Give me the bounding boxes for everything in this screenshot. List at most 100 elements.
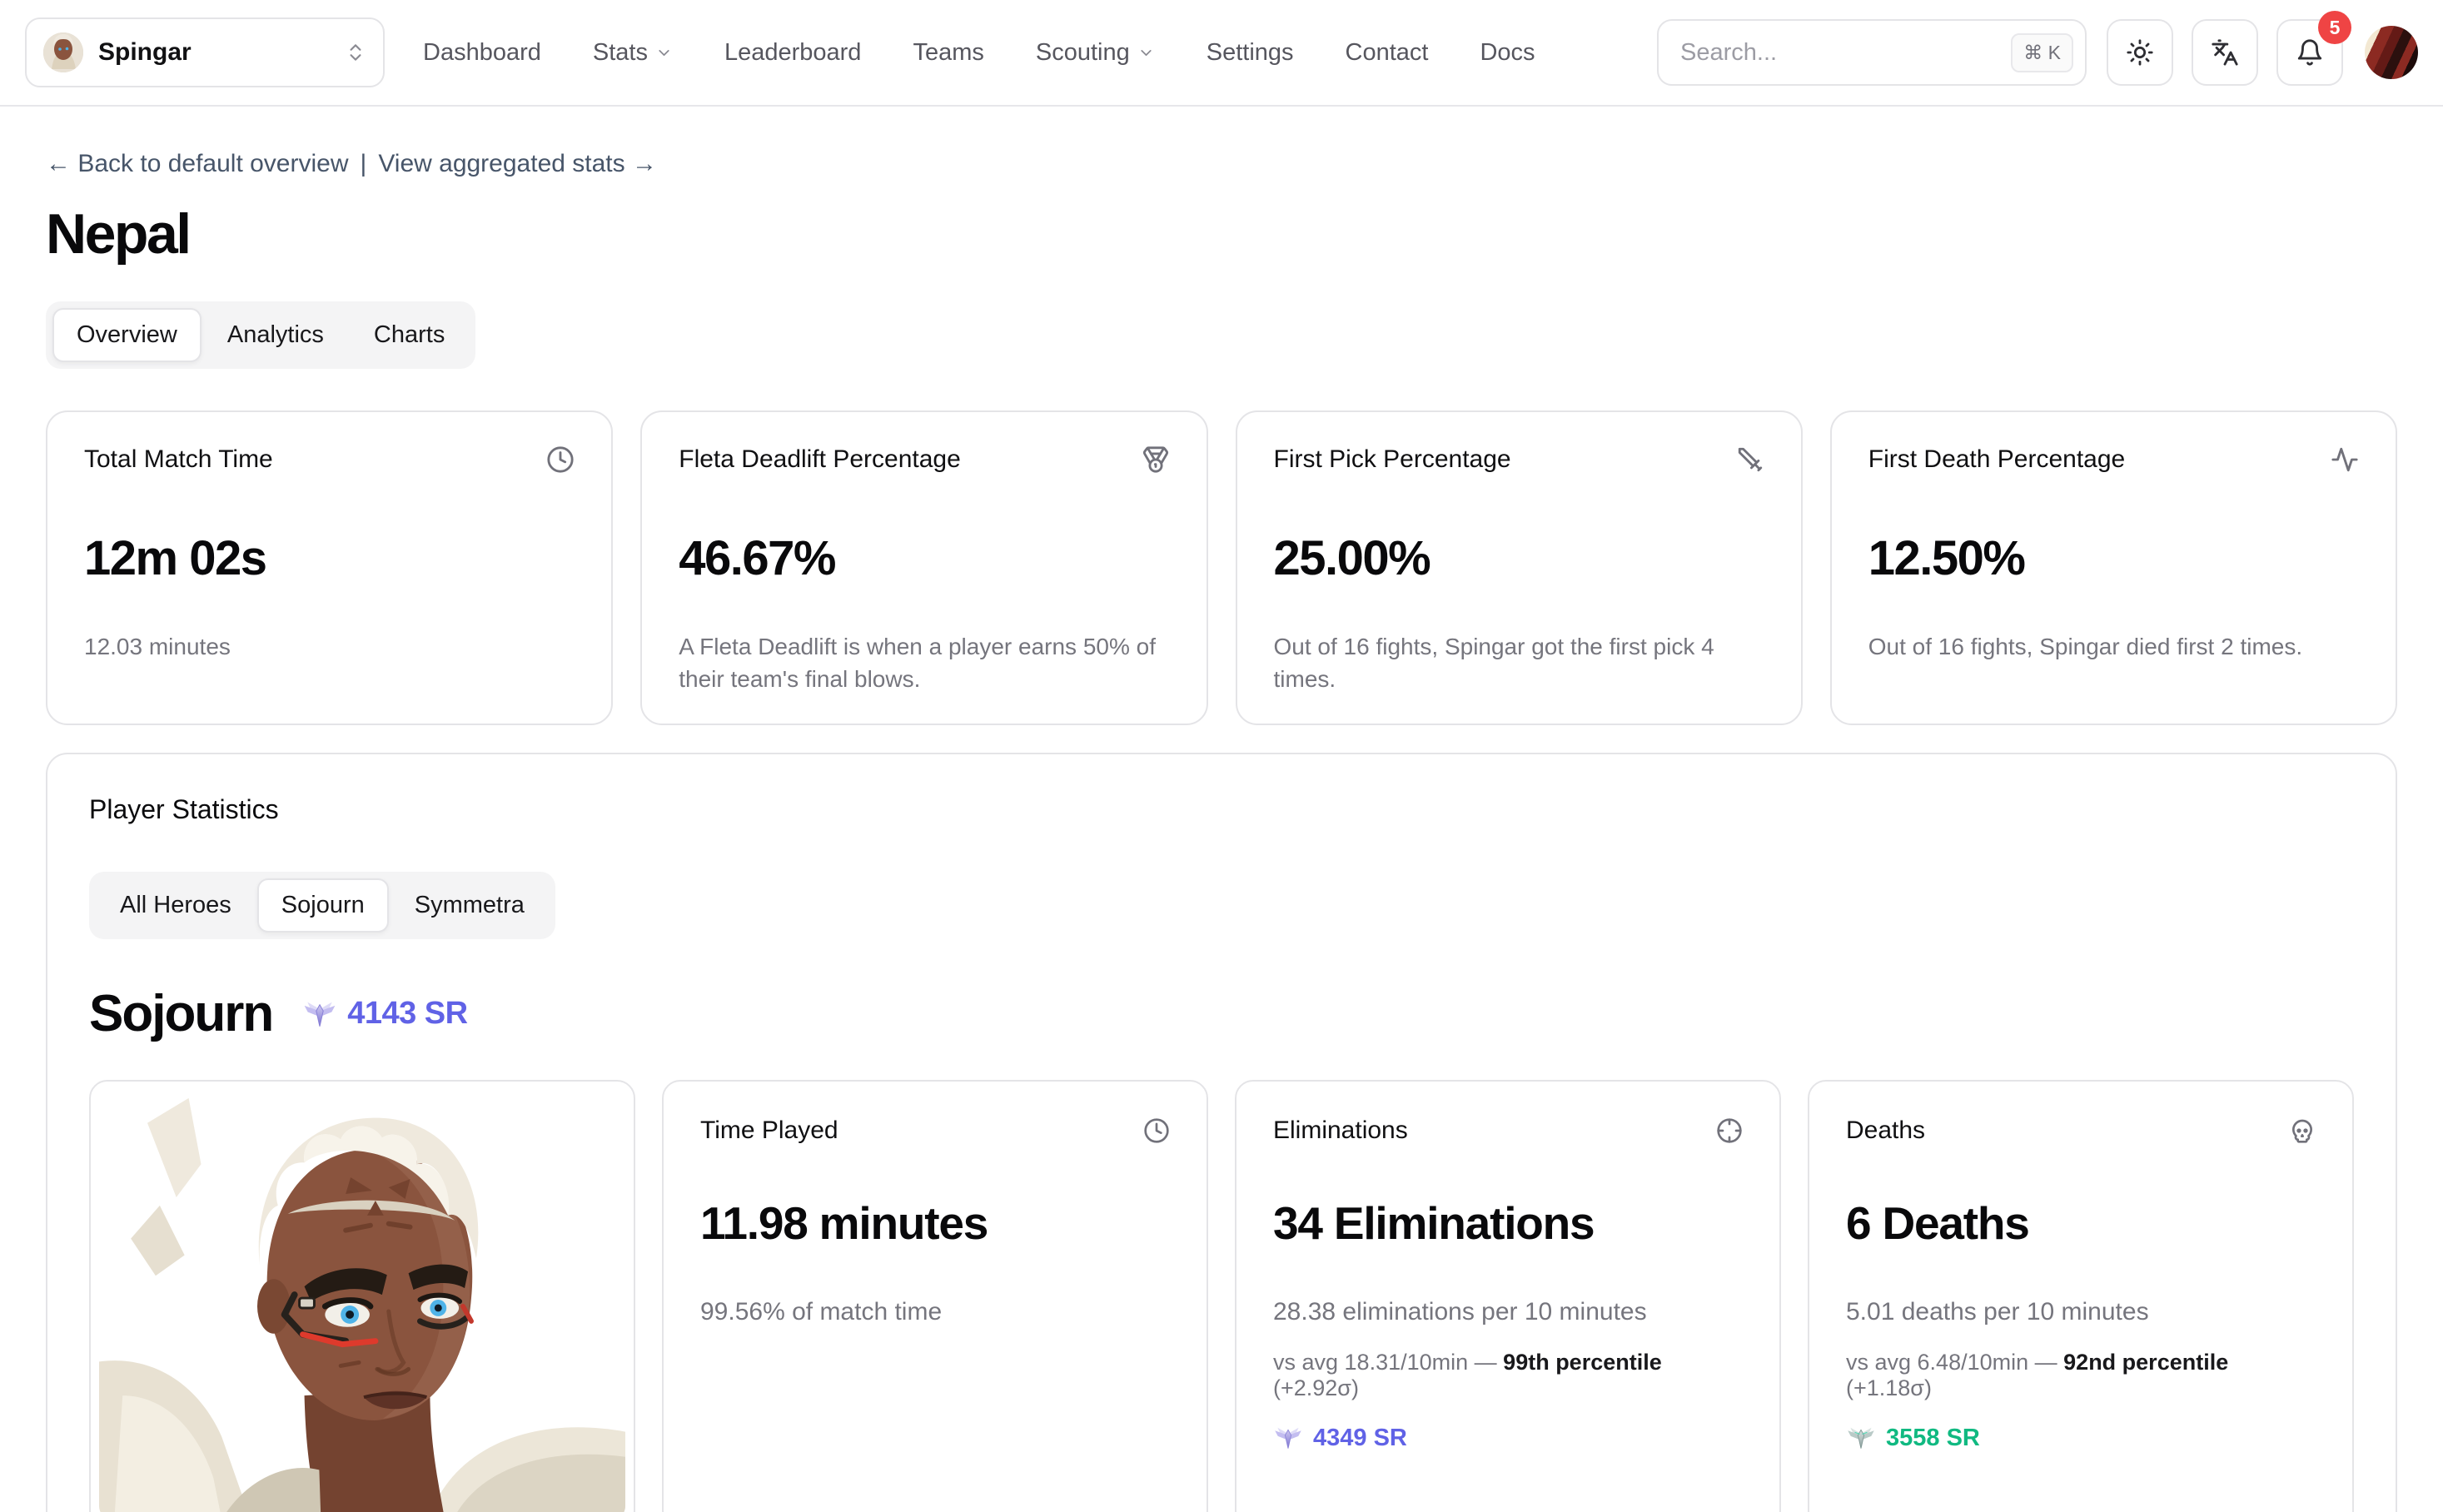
crosshair-icon — [1716, 1117, 1743, 1144]
notifications-button[interactable]: 5 — [2276, 19, 2343, 86]
player-selector[interactable]: Spingar — [25, 17, 385, 87]
card-title: Time Played — [700, 1117, 838, 1145]
nav-links: Dashboard Stats Leaderboard Teams Scouti… — [423, 39, 1535, 67]
theme-toggle-button[interactable] — [2107, 19, 2173, 86]
hero-cards-row: Time Played 11.98 minutes 99.56% of matc… — [89, 1080, 2354, 1512]
hero-tabs: All Heroes Sojourn Symmetra — [89, 872, 555, 939]
sun-icon — [2126, 38, 2154, 67]
vs-avg-text: vs avg 6.48/10min — — [1846, 1350, 2057, 1375]
clock-icon — [546, 445, 575, 474]
percentile-text: 99th percentile — [1503, 1350, 1662, 1375]
nav-item-leaderboard[interactable]: Leaderboard — [724, 39, 861, 67]
grandmaster-rank-icon — [302, 997, 337, 1032]
tab-all-heroes[interactable]: All Heroes — [96, 878, 256, 933]
master-rank-icon — [1846, 1423, 1876, 1453]
languages-icon — [2211, 38, 2239, 67]
tab-symmetra[interactable]: Symmetra — [391, 878, 549, 933]
tab-charts[interactable]: Charts — [350, 308, 469, 362]
nav-label: Scouting — [1036, 39, 1130, 67]
nav-item-contact[interactable]: Contact — [1346, 39, 1429, 67]
player-avatar — [43, 32, 83, 72]
nav-label: Teams — [913, 39, 983, 67]
card-value: 12.50% — [1868, 530, 2359, 586]
sr-value: 4349 SR — [1313, 1425, 1407, 1452]
first-death-card: First Death Percentage 12.50% Out of 16 … — [1830, 410, 2397, 725]
player-statistics-panel: Player Statistics All Heroes Sojourn Sym… — [46, 753, 2397, 1512]
top-navbar: Spingar Dashboard Stats Leaderboard Team… — [0, 0, 2443, 107]
stat-cards-row: Total Match Time 12m 02s 12.03 minutes F… — [46, 410, 2397, 725]
card-subtitle: Out of 16 fights, Spingar got the first … — [1274, 631, 1764, 695]
card-detail: 99.56% of match time — [700, 1298, 1170, 1326]
user-avatar[interactable] — [2365, 26, 2418, 79]
sr-row: 4349 SR — [1273, 1423, 1743, 1453]
sr-value: 3558 SR — [1886, 1425, 1980, 1452]
card-title: First Pick Percentage — [1274, 445, 1511, 474]
activity-icon — [2331, 445, 2359, 474]
search-shortcut-kbd: ⌘ K — [2011, 33, 2073, 72]
eliminations-card: Eliminations 34 Eliminations 28.38 elimi… — [1235, 1080, 1781, 1512]
nav-item-settings[interactable]: Settings — [1207, 39, 1294, 67]
sojourn-portrait-image — [99, 1090, 625, 1512]
sojourn-mini-portrait — [43, 32, 83, 72]
card-title: Eliminations — [1273, 1117, 1408, 1145]
nav-item-docs[interactable]: Docs — [1480, 39, 1535, 67]
card-value: 34 Eliminations — [1273, 1196, 1743, 1250]
time-played-card: Time Played 11.98 minutes 99.56% of matc… — [662, 1080, 1208, 1512]
chevron-down-icon — [1137, 44, 1155, 62]
language-button[interactable] — [2192, 19, 2258, 86]
chevron-down-icon — [655, 44, 673, 62]
card-detail: 5.01 deaths per 10 minutes — [1846, 1298, 2316, 1326]
medal-icon — [1142, 445, 1170, 474]
nav-item-stats[interactable]: Stats — [593, 39, 673, 67]
skull-icon — [2289, 1117, 2316, 1144]
nav-item-dashboard[interactable]: Dashboard — [423, 39, 541, 67]
breadcrumb-separator: | — [361, 150, 367, 178]
sr-row: 3558 SR — [1846, 1423, 2316, 1453]
nav-label: Contact — [1346, 39, 1429, 67]
card-detail: 28.38 eliminations per 10 minutes — [1273, 1298, 1743, 1326]
tab-sojourn[interactable]: Sojourn — [257, 878, 389, 933]
card-subtitle: Out of 16 fights, Spingar died first 2 t… — [1868, 631, 2359, 664]
tab-analytics[interactable]: Analytics — [203, 308, 348, 362]
card-value: 12m 02s — [84, 530, 575, 586]
sword-icon — [1736, 445, 1764, 474]
chevrons-up-down-icon — [345, 42, 366, 63]
vs-avg-text: vs avg 18.31/10min — — [1273, 1350, 1497, 1375]
card-subtitle: A Fleta Deadlift is when a player earns … — [679, 631, 1169, 695]
tab-overview[interactable]: Overview — [52, 308, 202, 362]
view-tabs: Overview Analytics Charts — [46, 301, 475, 369]
bell-icon — [2296, 38, 2324, 67]
hero-sr-value: 4143 SR — [347, 996, 467, 1032]
card-title: Fleta Deadlift Percentage — [679, 445, 961, 474]
search-input[interactable] — [1680, 39, 2011, 67]
first-pick-card: First Pick Percentage 25.00% Out of 16 f… — [1236, 410, 1803, 725]
percentile-text: 92nd percentile — [2063, 1350, 2228, 1375]
nav-label: Docs — [1480, 39, 1535, 67]
nav-label: Stats — [593, 39, 648, 67]
breadcrumb: ← Back to default overview | View aggreg… — [46, 150, 2397, 178]
panel-title: Player Statistics — [89, 794, 2354, 825]
sigma-text: (+1.18σ) — [1846, 1375, 1932, 1400]
fleta-deadlift-card: Fleta Deadlift Percentage 46.67% A Fleta… — [640, 410, 1207, 725]
page-title: Nepal — [46, 201, 2397, 266]
search-box[interactable]: ⌘ K — [1657, 19, 2087, 86]
hero-name: Sojourn — [89, 984, 272, 1043]
card-comparison: vs avg 18.31/10min — 99th percentile (+2… — [1273, 1350, 1743, 1401]
hero-portrait-card — [89, 1080, 635, 1512]
nav-item-scouting[interactable]: Scouting — [1036, 39, 1155, 67]
card-title: Deaths — [1846, 1117, 1925, 1145]
nav-label: Leaderboard — [724, 39, 861, 67]
back-to-overview-link[interactable]: ← Back to default overview — [46, 150, 349, 178]
hero-sr-chip: 4143 SR — [302, 996, 467, 1032]
nav-item-teams[interactable]: Teams — [913, 39, 983, 67]
clock-icon — [1143, 1117, 1170, 1144]
deaths-card: Deaths 6 Deaths 5.01 deaths per 10 minut… — [1808, 1080, 2354, 1512]
card-subtitle: 12.03 minutes — [84, 631, 575, 664]
card-value: 11.98 minutes — [700, 1196, 1170, 1250]
notification-count-badge: 5 — [2318, 11, 2351, 44]
grandmaster-rank-icon — [1273, 1423, 1303, 1453]
player-name: Spingar — [98, 38, 330, 67]
card-value: 25.00% — [1274, 530, 1764, 586]
view-aggregated-stats-link[interactable]: View aggregated stats → — [378, 150, 657, 178]
card-value: 46.67% — [679, 530, 1169, 586]
